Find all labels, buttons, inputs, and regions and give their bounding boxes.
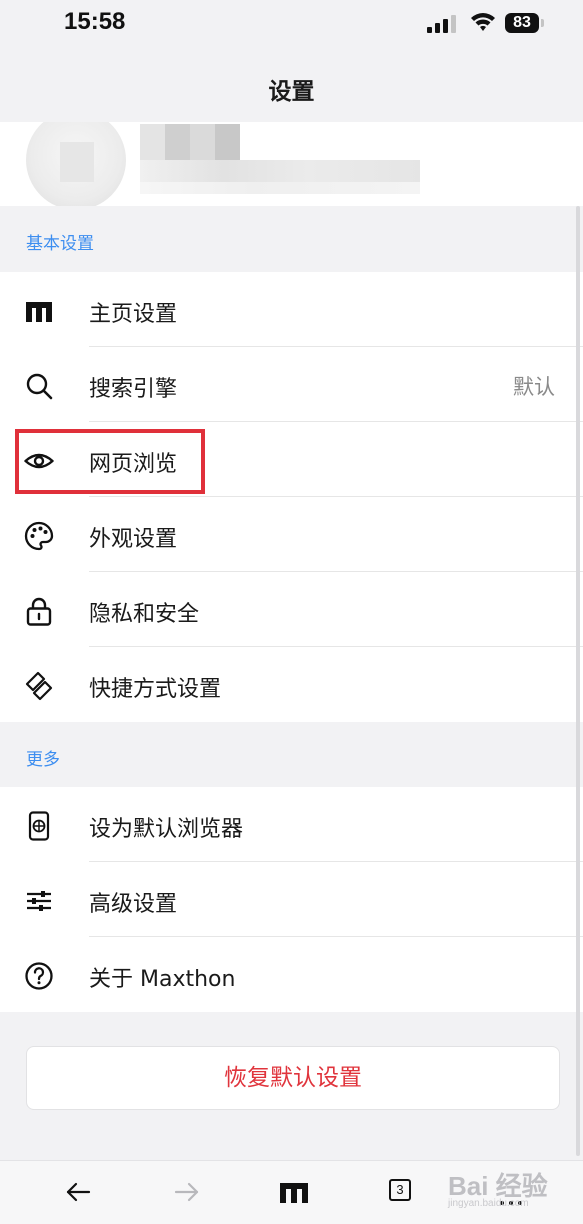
sliders-icon <box>24 886 54 916</box>
shortcut-icon <box>24 671 54 701</box>
page-title: 设置 <box>268 79 315 105</box>
settings-item-appearance[interactable]: 外观设置 <box>0 497 583 572</box>
help-icon <box>24 961 54 991</box>
settings-item-label: 快捷方式设置 <box>89 677 222 702</box>
search-icon <box>24 371 54 401</box>
lock-icon <box>24 596 54 626</box>
settings-item-label: 高级设置 <box>89 892 178 917</box>
highlight-box <box>15 429 205 494</box>
section-header-more: 更多 <box>0 722 583 788</box>
settings-item-label: 设为默认浏览器 <box>89 817 244 842</box>
settings-item-shortcuts[interactable]: 快捷方式设置 <box>0 647 583 722</box>
settings-item-default-browser[interactable]: 设为默认浏览器 <box>0 787 583 862</box>
cellular-signal-icon <box>427 13 459 33</box>
settings-item-label: 外观设置 <box>89 527 178 552</box>
palette-icon <box>24 521 54 551</box>
section-header-basic: 基本设置 <box>0 206 583 272</box>
more-settings-group: 设为默认浏览器 高级设置 关于 Maxthon <box>0 787 583 1012</box>
forward-arrow-icon[interactable] <box>172 1177 202 1207</box>
tabs-count-button[interactable]: 3 <box>389 1179 411 1201</box>
settings-item-advanced[interactable]: 高级设置 <box>0 862 583 937</box>
settings-item-search-engine[interactable]: 搜索引擎 默认 <box>0 347 583 422</box>
watermark-sub: jingyan.baidu.com <box>448 1198 529 1209</box>
phone-globe-icon <box>24 811 54 841</box>
settings-item-about[interactable]: 关于 Maxthon <box>0 937 583 1012</box>
basic-settings-group: 主页设置 搜索引擎 默认 网页浏览 外观设置 隐私和安全 快捷方式设置 <box>0 272 583 722</box>
section-label-basic: 基本设置 <box>26 234 94 254</box>
maxthon-home-icon <box>24 296 54 326</box>
navigation-bar: 设置 <box>0 50 583 122</box>
scrollbar[interactable] <box>576 206 580 1156</box>
blurred-account-detail <box>140 182 420 194</box>
settings-item-label: 主页设置 <box>89 302 178 327</box>
battery-indicator: 83 <box>505 13 539 33</box>
settings-item-homepage[interactable]: 主页设置 <box>0 272 583 347</box>
avatar-blur <box>60 142 94 182</box>
settings-item-label: 搜索引擎 <box>89 377 178 402</box>
account-profile[interactable] <box>0 122 583 206</box>
maxthon-home-icon[interactable] <box>279 1177 309 1207</box>
section-label-more: 更多 <box>26 750 60 770</box>
settings-item-label: 隐私和安全 <box>89 602 200 627</box>
status-time: 15:58 <box>64 8 126 35</box>
reset-defaults-button[interactable]: 恢复默认设置 <box>26 1046 560 1110</box>
wifi-icon <box>470 11 496 37</box>
settings-item-label: 关于 Maxthon <box>89 967 236 992</box>
blurred-username <box>140 124 240 160</box>
settings-item-privacy-security[interactable]: 隐私和安全 <box>0 572 583 647</box>
blurred-account-info <box>140 160 420 182</box>
status-bar: 15:58 83 <box>0 0 583 50</box>
watermark: Bai 经验 jingyan.baidu.com <box>446 1162 576 1218</box>
back-arrow-icon[interactable] <box>63 1177 93 1207</box>
search-engine-value: 默认 <box>513 375 555 399</box>
battery-tip <box>541 19 544 27</box>
